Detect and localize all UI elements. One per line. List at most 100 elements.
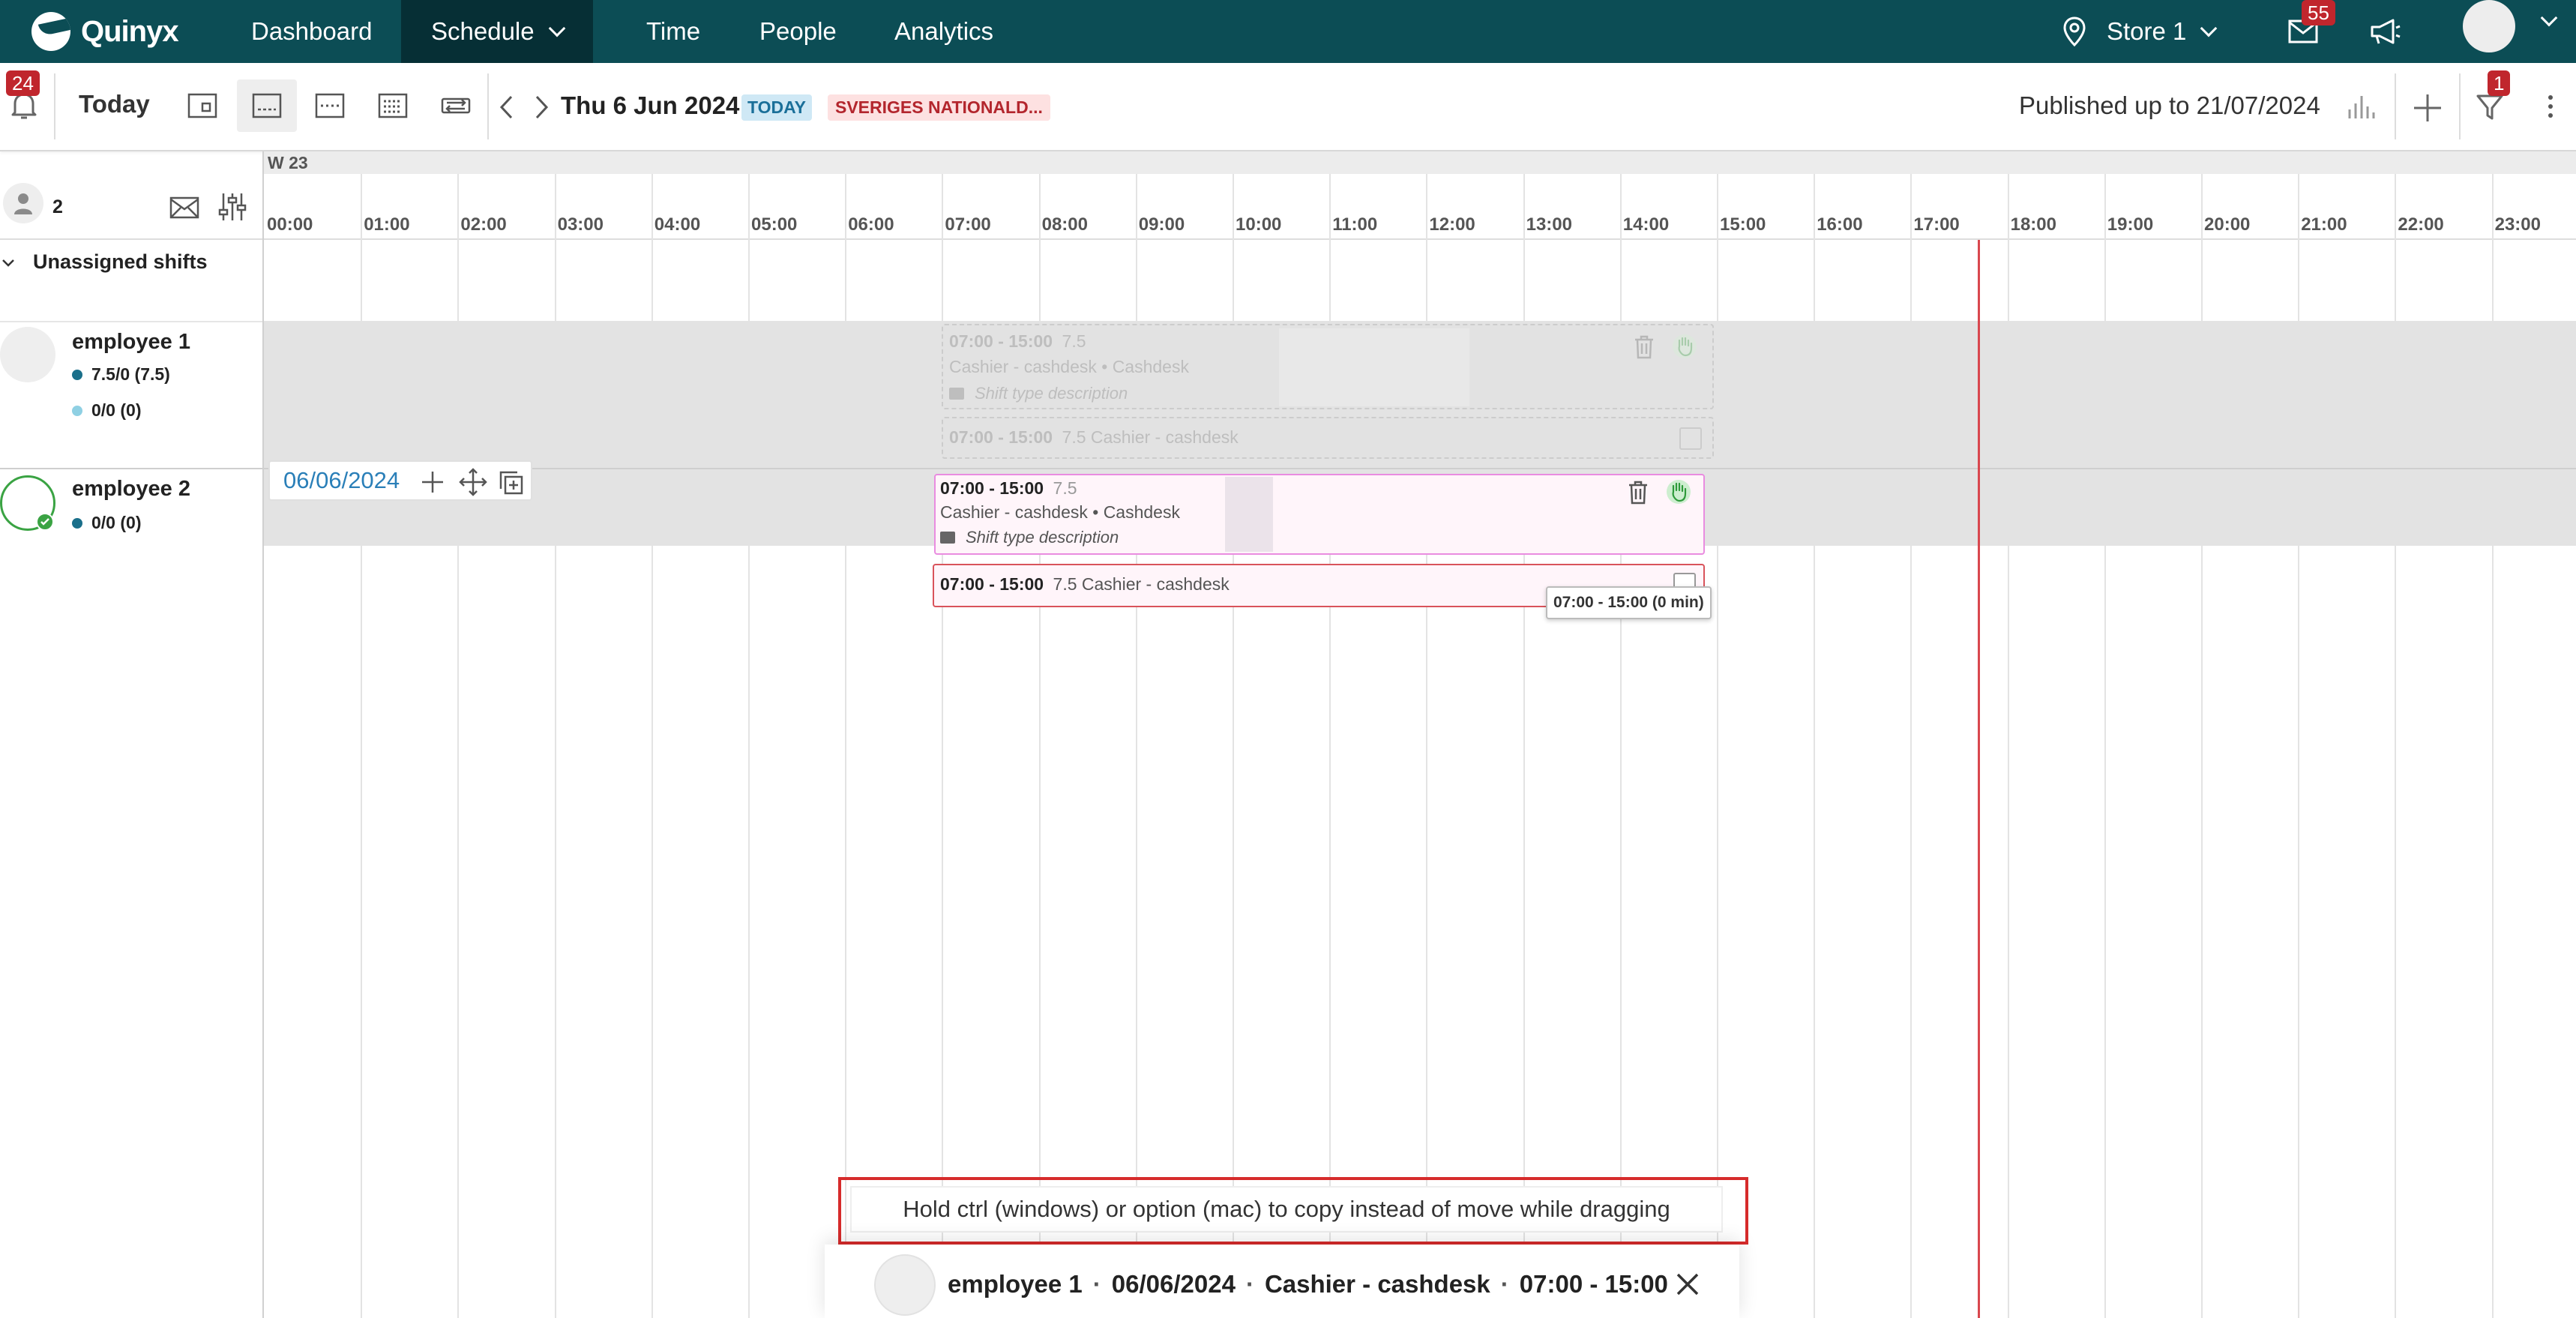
employee-1-avatar[interactable] bbox=[0, 327, 55, 382]
stat-value: 0/0 (0) bbox=[91, 400, 142, 420]
announcements-button[interactable] bbox=[2369, 0, 2402, 63]
view-week-icon bbox=[315, 93, 345, 118]
view-week-button[interactable] bbox=[300, 79, 360, 132]
shift-time: 07:00 - 15:00 bbox=[949, 427, 1053, 447]
toolbar-divider bbox=[54, 73, 55, 139]
employee-2-stat-scheduled: 0/0 (0) bbox=[72, 513, 141, 533]
top-navigation: Quinyx Dashboard Schedule Time People An… bbox=[0, 0, 2576, 63]
hour-label: 05:00 bbox=[751, 214, 798, 235]
separator: · bbox=[1500, 1270, 1509, 1298]
trash-icon bbox=[1635, 335, 1653, 359]
plus-icon[interactable] bbox=[2413, 93, 2443, 123]
view-unit-icon bbox=[187, 93, 217, 118]
chevron-down-icon[interactable] bbox=[2540, 9, 2558, 27]
store-label: Store 1 bbox=[2107, 17, 2187, 45]
shift-role: Cashier - cashdesk • Cashdesk bbox=[949, 357, 1189, 376]
view-month-button[interactable] bbox=[363, 79, 423, 132]
toolbar-divider bbox=[2395, 73, 2396, 139]
plus-icon[interactable] bbox=[420, 469, 445, 495]
quinyx-logo-icon bbox=[31, 12, 70, 51]
nav-analytics[interactable]: Analytics bbox=[894, 0, 993, 63]
more-vertical-icon[interactable] bbox=[2547, 93, 2554, 120]
filter-badge: 1 bbox=[2488, 70, 2511, 96]
toolbar-divider bbox=[2459, 73, 2461, 139]
stat-value: 0/0 (0) bbox=[91, 513, 142, 532]
notifications-badge: 24 bbox=[6, 70, 40, 96]
week-label: W 23 bbox=[268, 153, 308, 172]
hour-label: 04:00 bbox=[654, 214, 701, 235]
employee-1-name[interactable]: employee 1 bbox=[72, 330, 190, 355]
logo-text: Quinyx bbox=[81, 14, 179, 48]
chevron-down-icon[interactable] bbox=[1, 258, 15, 268]
chevron-left-icon[interactable] bbox=[498, 94, 514, 120]
trash-icon[interactable] bbox=[1627, 480, 1649, 505]
view-month-icon bbox=[378, 93, 408, 118]
hour-label: 10:00 bbox=[1236, 214, 1282, 235]
shift-row-ghost: 07:00 - 15:00 7.5 Cashier - cashdesk bbox=[942, 417, 1714, 459]
hour-label: 22:00 bbox=[2398, 214, 2444, 235]
nav-schedule[interactable]: Schedule bbox=[401, 0, 593, 63]
hour-label: 03:00 bbox=[557, 214, 604, 235]
drag-employee: employee 1 bbox=[948, 1270, 1083, 1298]
holiday-tag[interactable]: SVERIGES NATIONALD... bbox=[828, 94, 1050, 121]
drag-info-text: employee 1 · 06/06/2024 · Cashier - cashdesk… bbox=[948, 1270, 1668, 1299]
move-icon[interactable] bbox=[459, 468, 487, 496]
nav-dashboard-label: Dashboard bbox=[251, 17, 373, 45]
check-icon bbox=[36, 513, 54, 531]
settings-sliders-icon[interactable] bbox=[217, 192, 247, 222]
nav-time[interactable]: Time bbox=[646, 0, 700, 63]
employee-2-name[interactable]: employee 2 bbox=[72, 477, 190, 502]
nav-time-label: Time bbox=[646, 17, 701, 45]
shift-role: Cashier - cashdesk • Cashdesk bbox=[940, 502, 1180, 522]
today-button[interactable]: Today bbox=[79, 90, 150, 118]
hour-label: 06:00 bbox=[848, 214, 894, 235]
view-swap-button[interactable] bbox=[426, 79, 486, 132]
status-dot bbox=[72, 405, 82, 416]
close-icon[interactable] bbox=[1675, 1272, 1700, 1297]
envelope-icon[interactable] bbox=[169, 196, 199, 219]
nav-dashboard[interactable]: Dashboard bbox=[251, 0, 372, 63]
comment-icon bbox=[940, 532, 955, 544]
user-avatar[interactable] bbox=[2463, 0, 2515, 52]
employee-count: 2 bbox=[52, 196, 63, 217]
shift-time: 07:00 - 15:00 bbox=[940, 574, 1044, 594]
drop-target-chip: 06/06/2024 bbox=[268, 460, 532, 501]
chevron-right-icon[interactable] bbox=[534, 94, 550, 120]
unassigned-shifts-label[interactable]: Unassigned shifts bbox=[33, 250, 208, 274]
swap-icon bbox=[441, 97, 471, 114]
store-selector[interactable]: Store 1 bbox=[2062, 0, 2218, 63]
shift-card-dragging[interactable]: 07:00 - 15:00 7.5 Cashier - cashdesk • C… bbox=[934, 474, 1705, 555]
stat-value: 7.5/0 (7.5) bbox=[91, 364, 170, 384]
drag-employee-avatar bbox=[874, 1254, 936, 1316]
copy-icon[interactable] bbox=[498, 469, 525, 496]
shift-time: 07:00 - 15:00 bbox=[940, 478, 1044, 498]
filter-icon[interactable] bbox=[2476, 93, 2504, 121]
current-date[interactable]: Thu 6 Jun 2024 bbox=[561, 91, 739, 120]
drag-role: Cashier - cashdesk bbox=[1264, 1270, 1490, 1298]
employee-1-stat-scheduled: 7.5/0 (7.5) bbox=[72, 364, 170, 385]
hour-label: 16:00 bbox=[1817, 214, 1863, 235]
view-day-icon bbox=[252, 93, 282, 118]
shift-task: 7.5 Cashier - cashdesk bbox=[1062, 427, 1239, 447]
shift-checkbox bbox=[1679, 427, 1702, 450]
nav-people-label: People bbox=[759, 17, 837, 45]
nav-people[interactable]: People bbox=[759, 0, 837, 63]
megaphone-icon bbox=[2371, 19, 2401, 44]
shift-highlight bbox=[1279, 328, 1469, 406]
employee-1-stat-other: 0/0 (0) bbox=[72, 400, 141, 421]
hour-label: 20:00 bbox=[2204, 214, 2251, 235]
hour-label: 01:00 bbox=[364, 214, 410, 235]
person-icon bbox=[14, 193, 32, 214]
view-single-day-button[interactable] bbox=[172, 79, 232, 132]
view-day-button[interactable] bbox=[237, 79, 297, 132]
bar-chart-icon[interactable] bbox=[2347, 93, 2375, 120]
hour-label: 11:00 bbox=[1332, 214, 1378, 235]
hour-label: 08:00 bbox=[1041, 214, 1088, 235]
shift-description-text: Shift type description bbox=[966, 528, 1119, 547]
comment-icon bbox=[949, 388, 964, 400]
location-pin-icon bbox=[2063, 16, 2086, 47]
separator: · bbox=[1092, 1270, 1101, 1298]
shift-hours: 7.5 bbox=[1053, 478, 1077, 498]
hand-grab-icon[interactable] bbox=[1666, 478, 1691, 505]
quinyx-logo[interactable]: Quinyx bbox=[31, 9, 179, 54]
